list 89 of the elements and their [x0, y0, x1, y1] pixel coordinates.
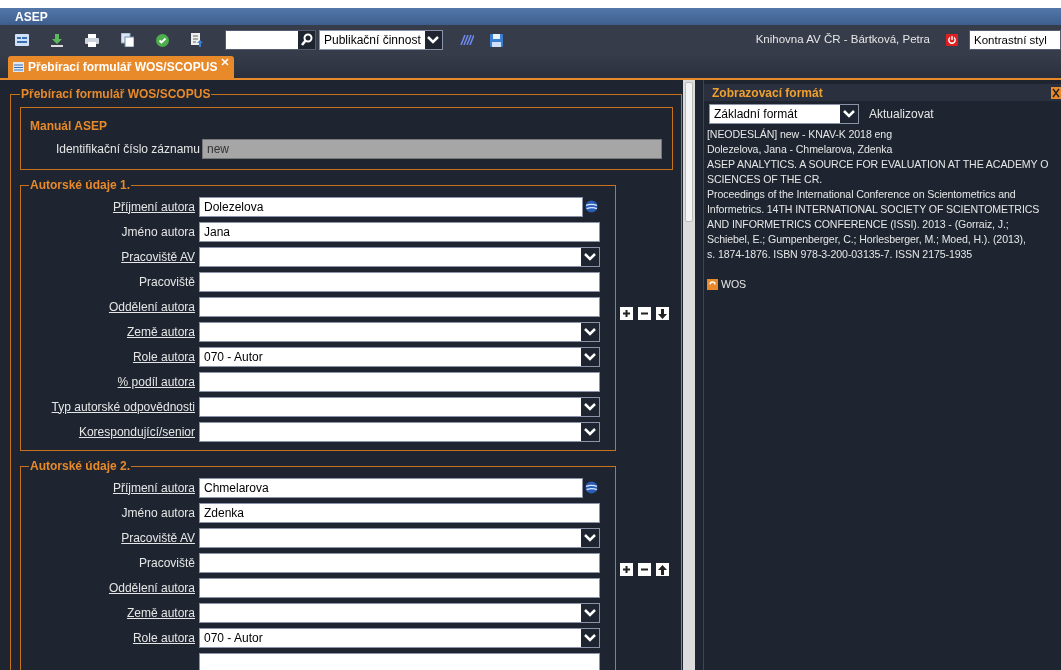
- download-icon[interactable]: [51, 33, 63, 47]
- refresh-button[interactable]: Aktualizovat: [869, 105, 934, 123]
- field-label: Pracoviště: [138, 555, 195, 570]
- plus-icon: [622, 309, 631, 318]
- input-field[interactable]: [199, 271, 600, 292]
- record-text-line: [NEODESLÁN] new - KNAV-K 2018 eng: [707, 127, 893, 142]
- select-field[interactable]: 070 - Autor: [199, 346, 600, 367]
- field-label-link[interactable]: Role autora: [132, 630, 195, 645]
- chevron-down-icon: [843, 109, 855, 119]
- input-field[interactable]: Chmelarova: [199, 477, 583, 498]
- field-label-link[interactable]: Země autora: [126, 605, 195, 620]
- preview-title: Zobrazovací formát: [712, 84, 823, 102]
- list-icon: [13, 62, 24, 72]
- field-label: Jméno autora: [121, 224, 195, 239]
- field-label-link[interactable]: % podíl autora: [117, 374, 195, 389]
- power-icon[interactable]: [946, 34, 958, 46]
- document-upload-icon[interactable]: [191, 33, 203, 47]
- select-field[interactable]: [199, 527, 600, 548]
- field-label-link[interactable]: Oddělení autora: [108, 299, 195, 314]
- form-icon[interactable]: [15, 34, 29, 46]
- select-field[interactable]: [199, 321, 600, 342]
- section-title: Autorské údaje 2.: [29, 458, 132, 475]
- input-field[interactable]: Jana: [199, 221, 600, 242]
- chevron-down-icon: [427, 35, 440, 45]
- select-field[interactable]: 070 - Autor: [199, 627, 600, 648]
- format-select[interactable]: Základní formát: [709, 104, 859, 124]
- field-label-link[interactable]: Země autora: [126, 324, 195, 339]
- record-text-line: Schiebel, E.; Gumpenberger, C.; Horlesberger, M.; Moed, H.). (2013),: [707, 232, 1027, 247]
- module-select[interactable]: Publikační činnost: [319, 30, 443, 50]
- remove-button[interactable]: [638, 307, 651, 320]
- chevron-down-icon: [584, 326, 596, 337]
- manual-title: Manuál ASEP: [30, 118, 108, 135]
- record-text-line: SCIENCES OF THE CR.: [707, 172, 824, 187]
- select-field[interactable]: [199, 246, 600, 267]
- record-text-line: Proceedings of the International Conference on Scientometrics and: [707, 187, 1017, 202]
- input-field[interactable]: [199, 652, 600, 670]
- chevron-down-icon: [584, 632, 596, 643]
- chevron-down-icon: [584, 401, 596, 412]
- input-field[interactable]: [199, 371, 600, 392]
- move-down-button[interactable]: [656, 307, 669, 320]
- chevron-down-icon: [584, 532, 596, 543]
- add-button[interactable]: [620, 307, 633, 320]
- source-link[interactable]: WOS: [721, 277, 746, 292]
- user-name: Knihovna AV ČR - Bártková, Petra: [755, 32, 930, 48]
- input-field[interactable]: Dolezelova: [199, 196, 583, 217]
- select-field[interactable]: [199, 602, 600, 623]
- record-text-line: s. 1874-1876. ISBN 978-3-200-03135-7. ISSN 2175-1935: [707, 247, 974, 262]
- save-icon[interactable]: [490, 33, 503, 47]
- record-text-line: Informetrics. 14TH INTERNATIONAL SOCIETY OF SCIENTOMETRICS: [707, 202, 1041, 217]
- field-label-link[interactable]: Příjmení autora: [112, 480, 195, 495]
- field-label-link[interactable]: Korespondující/senior: [78, 424, 195, 439]
- close-icon[interactable]: [1051, 86, 1061, 99]
- readonly-field[interactable]: new: [202, 139, 662, 159]
- select-field[interactable]: [199, 396, 600, 417]
- field-label: Identifikační číslo záznamu: [54, 141, 201, 158]
- link-icon[interactable]: [707, 279, 718, 290]
- input-field[interactable]: [199, 296, 600, 317]
- record-text-line: ASEP ANALYTICS. A SOURCE FOR EVALUATION AT THE ACADEMY O: [707, 157, 1050, 172]
- window-title: ASEP: [15, 8, 48, 26]
- form-title: Přebírací formulář WOS/SCOPUS: [20, 86, 212, 103]
- input-field[interactable]: [199, 577, 600, 598]
- chevron-down-icon: [584, 426, 596, 437]
- print-icon[interactable]: [85, 33, 99, 47]
- field-label-link[interactable]: Typ autorské odpovědnosti: [51, 399, 195, 414]
- check-circle-icon[interactable]: [156, 33, 169, 47]
- select-field[interactable]: [199, 421, 600, 442]
- stripes-icon[interactable]: [458, 35, 474, 45]
- input-field[interactable]: Zdenka: [199, 502, 600, 523]
- globe-icon[interactable]: [585, 200, 598, 213]
- globe-icon[interactable]: [585, 481, 598, 494]
- chevron-down-icon: [584, 607, 596, 618]
- field-label-link[interactable]: Pracoviště AV: [121, 249, 195, 264]
- field-label-link[interactable]: Role autora: [132, 349, 195, 364]
- move-up-button[interactable]: [656, 563, 669, 576]
- field-label: Jméno autora: [121, 505, 195, 520]
- field-label-link[interactable]: Pracoviště AV: [121, 530, 195, 545]
- record-text-line: AND INFORMETRICS CONFERENCE (ISSI). 2013 - (Gorraiz, J.;: [707, 217, 1010, 232]
- field-label-link[interactable]: Oddělení autora: [108, 580, 195, 595]
- input-field[interactable]: [199, 552, 600, 573]
- chevron-down-icon: [584, 351, 596, 362]
- chevron-down-icon: [584, 251, 596, 262]
- field-label: Pracoviště: [138, 274, 195, 289]
- add-button[interactable]: [620, 563, 633, 576]
- copy-icon[interactable]: [121, 33, 134, 47]
- plus-icon: [622, 565, 631, 574]
- record-text-line: Dolezelova, Jana - Chmelarova, Zdenka: [707, 142, 894, 157]
- field-label-link[interactable]: Příjmení autora: [112, 199, 195, 214]
- section-title: Autorské údaje 1.: [29, 177, 132, 194]
- remove-button[interactable]: [638, 563, 651, 576]
